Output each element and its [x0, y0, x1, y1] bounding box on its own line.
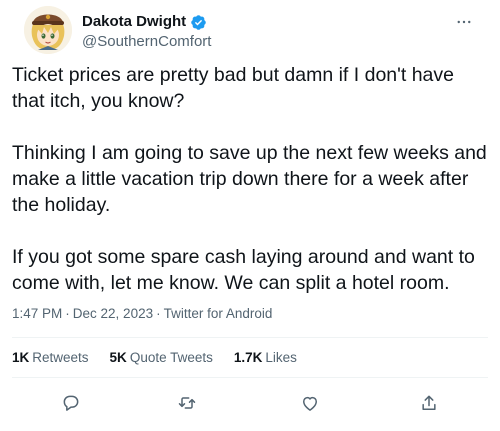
tweet-card: Dakota Dwight @SouthernComfort Ticket pr… — [0, 0, 500, 431]
more-icon[interactable] — [454, 12, 474, 32]
tweet-source[interactable]: Twitter for Android — [164, 306, 273, 321]
tweet-date[interactable]: Dec 22, 2023 — [73, 306, 153, 321]
meta-separator: · — [156, 306, 161, 321]
likes-label: Likes — [265, 350, 297, 365]
quotes-label: Quote Tweets — [129, 350, 213, 365]
tweet-paragraph: If you got some spare cash laying around… — [12, 246, 475, 294]
retweet-button[interactable] — [170, 386, 204, 420]
author-names: Dakota Dwight @SouthernComfort — [82, 12, 211, 52]
anime-character-avatar-icon — [24, 6, 72, 54]
divider — [12, 377, 488, 378]
reply-icon — [63, 395, 79, 411]
display-name[interactable]: Dakota Dwight — [82, 12, 186, 32]
name-row: Dakota Dwight — [82, 12, 211, 32]
retweet-icon — [178, 397, 196, 409]
retweets-count: 1K — [12, 350, 30, 365]
tweet-paragraph: Ticket prices are pretty bad but damn if… — [12, 64, 454, 112]
action-bar — [0, 386, 500, 420]
tweet-meta: 1:47 PM · Dec 22, 2023 · Twitter for Android — [12, 305, 272, 323]
quotes-stat[interactable]: 5K Quote Tweets — [110, 349, 213, 367]
likes-count: 1.7K — [233, 350, 263, 365]
reply-button[interactable] — [54, 386, 88, 420]
tweet-header: Dakota Dwight @SouthernComfort — [12, 0, 488, 56]
meta-separator: · — [65, 306, 70, 321]
handle[interactable]: @SouthernComfort — [82, 32, 211, 52]
like-icon — [303, 396, 317, 411]
likes-stat[interactable]: 1.7K Likes — [234, 349, 297, 367]
quotes-count: 5K — [109, 350, 127, 365]
like-button[interactable] — [293, 386, 327, 420]
share-button[interactable] — [412, 386, 446, 420]
retweets-stat[interactable]: 1K Retweets — [12, 349, 89, 367]
retweets-label: Retweets — [32, 350, 89, 365]
tweet-stats: 1K Retweets 5K Quote Tweets 1.7K Likes — [12, 349, 297, 367]
verified-badge-icon — [190, 14, 207, 31]
avatar[interactable] — [24, 6, 72, 54]
share-icon — [422, 395, 436, 410]
tweet-paragraph: Thinking I am going to save up the next … — [12, 142, 487, 216]
tweet-text: Ticket prices are pretty bad but damn if… — [12, 62, 488, 296]
tweet-time[interactable]: 1:47 PM — [12, 306, 62, 321]
divider — [12, 337, 488, 338]
